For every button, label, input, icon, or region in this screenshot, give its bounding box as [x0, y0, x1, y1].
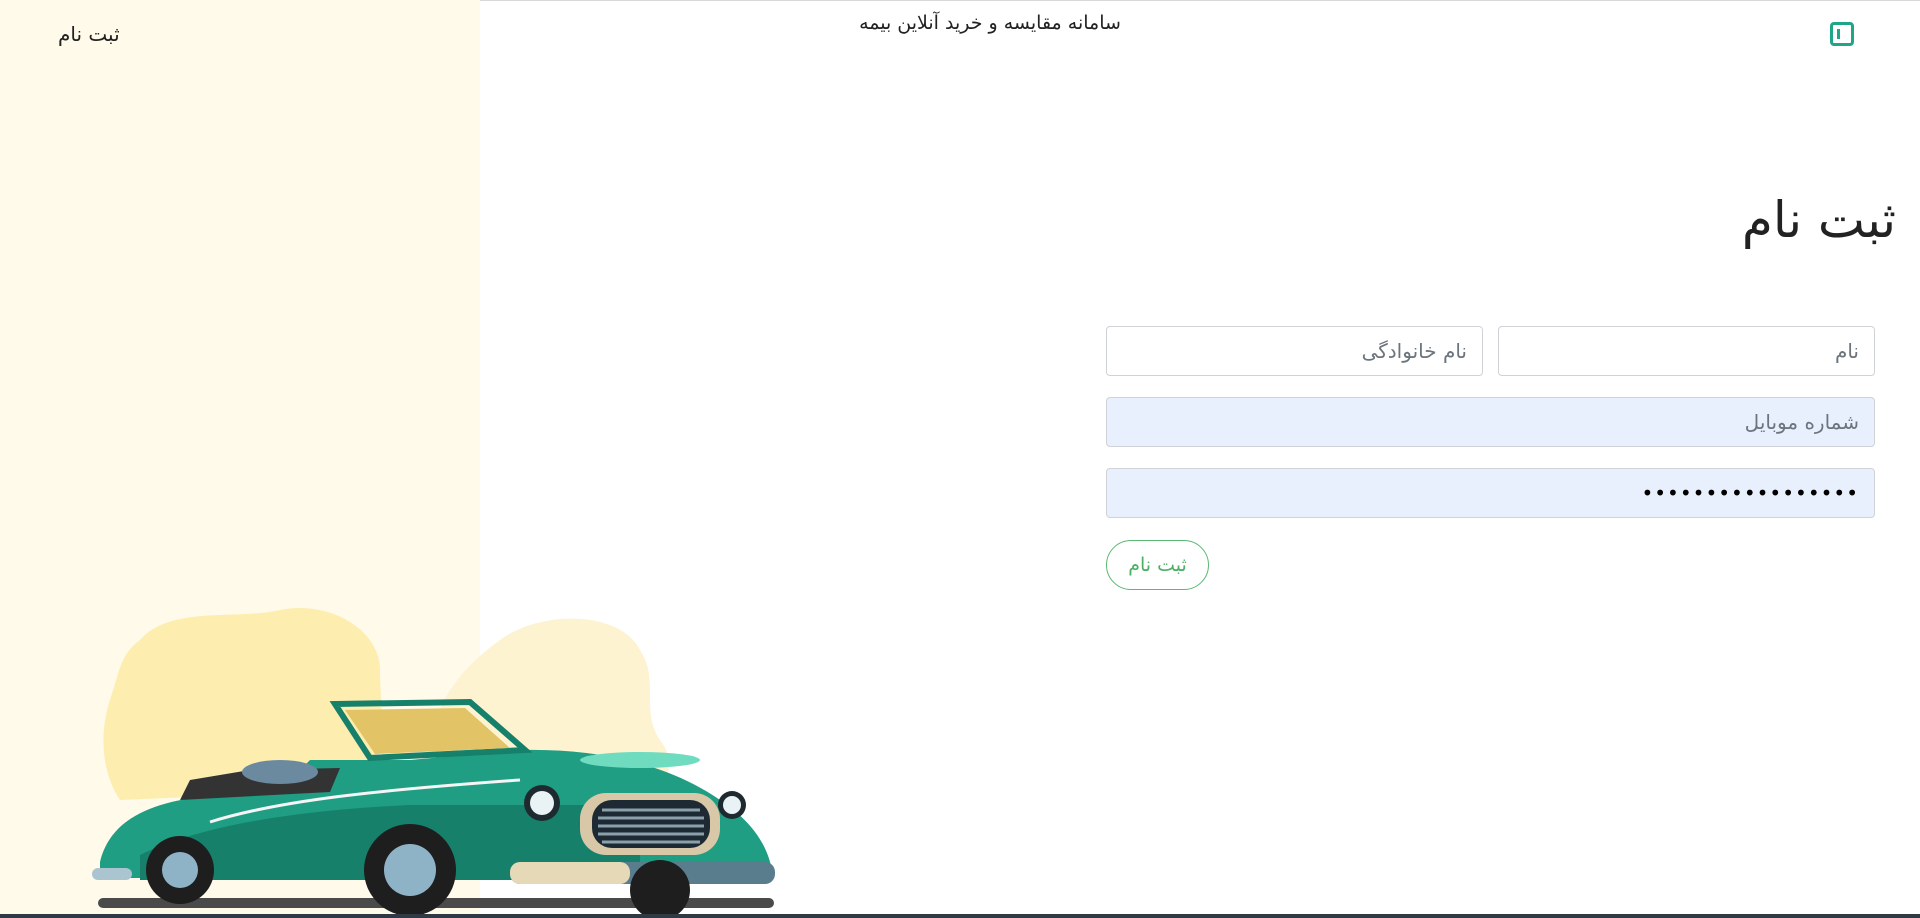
- site-title: سامانه مقایسه و خرید آنلاین بیمه: [859, 12, 1121, 34]
- sidebar-toggle-icon[interactable]: [1830, 22, 1854, 46]
- last-name-field[interactable]: [1106, 326, 1483, 376]
- bottom-line: [0, 914, 1920, 918]
- front-hood-highlight: [580, 752, 700, 768]
- first-name-field[interactable]: [1498, 326, 1875, 376]
- form-title: ثبت نام: [1741, 191, 1896, 249]
- top-border: [480, 0, 1920, 1]
- page: ثبت نام سامانه مقایسه و خرید آنلاین بیمه…: [0, 0, 1920, 918]
- register-submit-button[interactable]: ثبت نام: [1106, 540, 1209, 590]
- front-wheel: [630, 860, 690, 918]
- header-register-link[interactable]: ثبت نام: [58, 22, 120, 46]
- green-convertible-car-illustration: [92, 608, 775, 918]
- mobile-field[interactable]: [1106, 397, 1875, 447]
- password-field[interactable]: •••••••••••••••••: [1106, 468, 1875, 518]
- rear-bumper: [92, 868, 132, 880]
- seat: [242, 760, 318, 784]
